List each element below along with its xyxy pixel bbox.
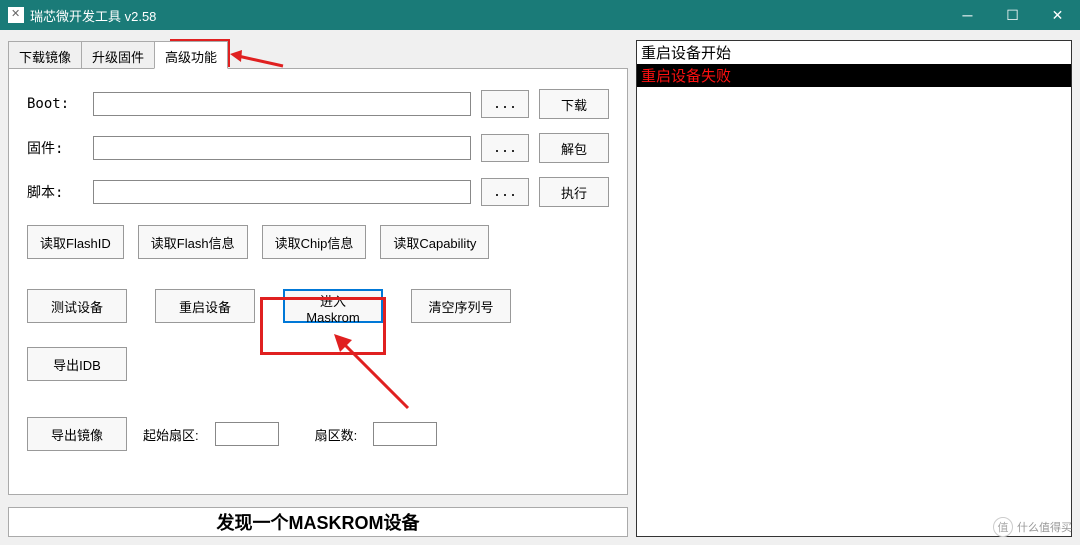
execute-button[interactable]: 执行	[539, 177, 609, 207]
boot-input[interactable]	[93, 92, 471, 116]
button-row-2: 测试设备 重启设备 进入Maskrom 清空序列号	[27, 289, 609, 323]
window-title: 瑞芯微开发工具 v2.58	[30, 6, 945, 25]
maximize-button[interactable]: ☐	[990, 0, 1035, 30]
start-sector-input[interactable]	[215, 422, 279, 446]
download-button[interactable]: 下载	[539, 89, 609, 119]
close-button[interactable]: ✕	[1035, 0, 1080, 30]
reboot-device-button[interactable]: 重启设备	[155, 289, 255, 323]
export-idb-button[interactable]: 导出IDB	[27, 347, 127, 381]
read-capability-button[interactable]: 读取Capability	[380, 225, 489, 259]
script-row: 脚本: ... 执行	[27, 177, 609, 207]
clear-serial-button[interactable]: 清空序列号	[411, 289, 511, 323]
start-sector-label: 起始扇区:	[143, 425, 199, 444]
status-bar: 发现一个MASKROM设备	[8, 507, 628, 537]
button-row-1: 读取FlashID 读取Flash信息 读取Chip信息 读取Capabilit…	[27, 225, 609, 259]
left-panel: 下载镜像 升级固件 高级功能 Boot: ... 下载 固件: ... 解包 脚…	[8, 40, 628, 537]
tab-upgrade[interactable]: 升级固件	[81, 41, 155, 69]
tab-advanced[interactable]: 高级功能	[154, 41, 228, 69]
enter-maskrom-button[interactable]: 进入Maskrom	[283, 289, 383, 323]
watermark-icon: 值	[993, 517, 1013, 537]
log-line: 重启设备开始	[637, 41, 1071, 64]
script-label: 脚本:	[27, 182, 83, 202]
script-browse-button[interactable]: ...	[481, 178, 529, 206]
button-row-3: 导出IDB	[27, 347, 609, 381]
bottom-row: 导出镜像 起始扇区: 扇区数:	[27, 417, 609, 451]
watermark-text: 什么值得买	[1017, 519, 1072, 535]
unpack-button[interactable]: 解包	[539, 133, 609, 163]
firmware-label: 固件:	[27, 138, 83, 158]
log-panel: 重启设备开始 重启设备失败	[636, 40, 1072, 537]
tab-download[interactable]: 下载镜像	[8, 41, 82, 69]
titlebar: 瑞芯微开发工具 v2.58 ─ ☐ ✕	[0, 0, 1080, 30]
tab-content-advanced: Boot: ... 下载 固件: ... 解包 脚本: ... 执行 读取Fla…	[8, 68, 628, 495]
firmware-browse-button[interactable]: ...	[481, 134, 529, 162]
log-line-error: 重启设备失败	[637, 64, 1071, 87]
script-input[interactable]	[93, 180, 471, 204]
app-icon	[8, 7, 24, 23]
tab-bar: 下载镜像 升级固件 高级功能	[8, 41, 628, 69]
firmware-row: 固件: ... 解包	[27, 133, 609, 163]
read-flash-info-button[interactable]: 读取Flash信息	[138, 225, 248, 259]
boot-browse-button[interactable]: ...	[481, 90, 529, 118]
read-chip-info-button[interactable]: 读取Chip信息	[262, 225, 367, 259]
sector-count-label: 扇区数:	[315, 425, 358, 444]
watermark: 值 什么值得买	[993, 517, 1072, 537]
test-device-button[interactable]: 测试设备	[27, 289, 127, 323]
read-flashid-button[interactable]: 读取FlashID	[27, 225, 124, 259]
window-controls: ─ ☐ ✕	[945, 0, 1080, 30]
boot-label: Boot:	[27, 96, 83, 112]
firmware-input[interactable]	[93, 136, 471, 160]
sector-count-input[interactable]	[373, 422, 437, 446]
boot-row: Boot: ... 下载	[27, 89, 609, 119]
export-image-button[interactable]: 导出镜像	[27, 417, 127, 451]
minimize-button[interactable]: ─	[945, 0, 990, 30]
main-content: 下载镜像 升级固件 高级功能 Boot: ... 下载 固件: ... 解包 脚…	[0, 30, 1080, 545]
